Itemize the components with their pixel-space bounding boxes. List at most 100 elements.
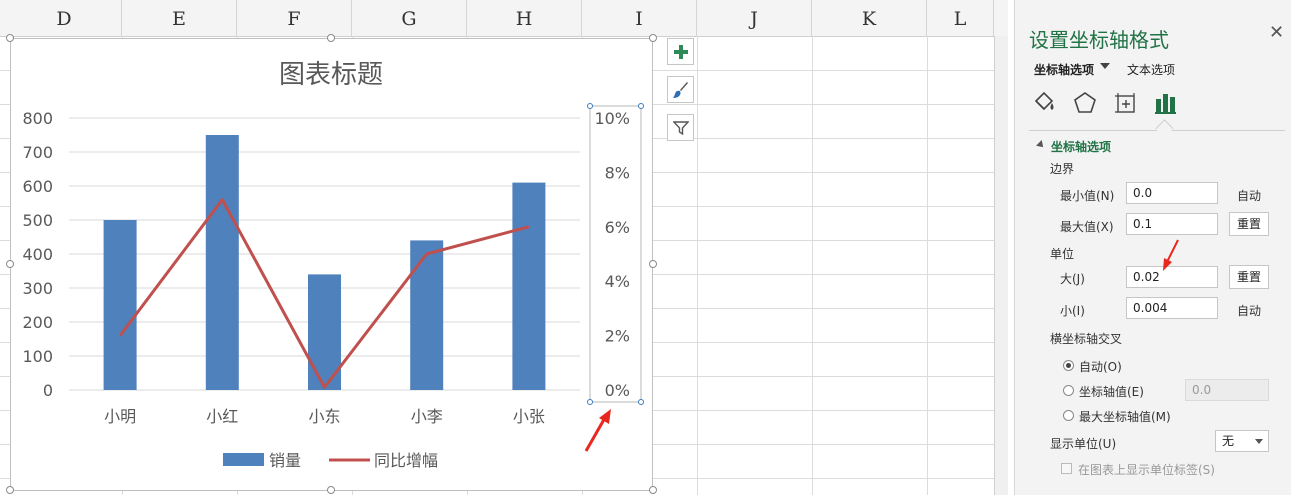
axis-selection-handle[interactable] [587,399,593,405]
chevron-down-icon[interactable] [1100,63,1110,69]
minor-unit-label: 小(I) [1060,304,1085,318]
chart-title[interactable]: 图表标题 [279,60,383,90]
red-arrow-annotation-icon [584,409,611,452]
selected-category-pointer [1155,119,1174,138]
column-header[interactable]: E [122,0,237,36]
filter-funnel-icon [672,120,689,135]
chart-resize-handle[interactable] [649,260,657,268]
major-unit-label: 大(J) [1060,272,1085,286]
chart-area[interactable]: 图表标题 0 100 200 300 400 500 600 700 800 0% 2% 4% 6% 8% 1… [10,38,653,491]
chart-resize-handle[interactable] [6,486,14,494]
y-right-tick-label[interactable]: 8% [605,163,630,182]
minor-auto-label: 自动 [1237,304,1262,318]
combo-chart[interactable]: 图表标题 0 100 200 300 400 500 600 700 800 0% 2% 4% 6% 8% 1… [11,39,652,490]
y-left-tick-label[interactable]: 0 [43,381,53,400]
chart-resize-handle[interactable] [649,34,657,42]
vertical-scrollbar[interactable] [994,36,1008,495]
show-units-label: 在图表上显示单位标签(S) [1078,463,1215,477]
axis-selection-handle[interactable] [638,103,644,109]
y-left-tick-label[interactable]: 200 [22,313,53,332]
chart-resize-handle[interactable] [327,486,335,494]
column-header[interactable]: F [237,0,352,36]
bounds-label: 边界 [1050,162,1075,176]
bar-sales[interactable] [205,135,239,390]
format-axis-pane: 设置坐标轴格式 ✕ 坐标轴选项 文本选项 坐标轴选项 边界 最小值(N) 0.0… [1014,0,1291,495]
axis-selection-handle[interactable] [587,103,593,109]
units-label: 单位 [1050,247,1075,261]
axis-value-input[interactable]: 0.0 [1185,379,1269,401]
bar-sales[interactable] [410,240,444,390]
y-right-tick-label[interactable]: 10% [594,109,630,128]
y-right-tick-label[interactable]: 6% [605,218,630,237]
bar-sales[interactable] [103,220,137,390]
legend-label[interactable]: 同比增幅 [374,451,438,470]
axis-crosses-label: 横坐标轴交叉 [1050,332,1123,346]
y-left-tick-label[interactable]: 400 [22,245,53,264]
column-header[interactable]: L [927,0,994,36]
y-left-tick-label[interactable]: 500 [22,211,53,230]
size-properties-icon[interactable] [1113,90,1139,116]
radio-max-axis-value[interactable] [1063,410,1074,421]
y-right-tick-label[interactable]: 0% [605,381,630,400]
y-left-tick-label[interactable]: 100 [22,347,53,366]
radio-auto-label[interactable]: 自动(O) [1079,358,1122,375]
column-header[interactable]: K [812,0,927,36]
chart-resize-handle[interactable] [649,486,657,494]
major-reset-button[interactable]: 重置 [1229,265,1269,289]
radio-max-axis-value-label[interactable]: 最大坐标轴值(M) [1079,408,1171,425]
chart-resize-handle[interactable] [6,34,14,42]
fill-line-icon[interactable] [1031,90,1057,116]
column-header[interactable]: I [582,0,697,36]
tab-text-options[interactable]: 文本选项 [1127,61,1175,78]
axis-selection-handle[interactable] [638,399,644,405]
chart-filters-button[interactable] [667,114,694,141]
x-category-label[interactable]: 小红 [206,407,238,426]
x-category-label[interactable]: 小李 [411,407,443,426]
chart-elements-button[interactable] [667,38,694,65]
radio-auto[interactable] [1063,360,1074,371]
axis-options-bar-icon[interactable] [1153,90,1179,116]
minor-unit-input[interactable]: 0.004 [1126,297,1218,319]
y-left-tick-label[interactable]: 600 [22,177,53,196]
display-units-select[interactable]: 无 [1215,430,1269,452]
section-axis-options[interactable]: 坐标轴选项 [1051,138,1111,155]
y-left-tick-label[interactable]: 300 [22,279,53,298]
close-icon[interactable]: ✕ [1269,22,1284,43]
tab-axis-options[interactable]: 坐标轴选项 [1034,61,1094,78]
paintbrush-icon [672,81,688,98]
radio-axis-value[interactable] [1063,385,1074,396]
column-header[interactable]: H [467,0,582,36]
y-right-tick-label[interactable]: 4% [605,272,630,291]
effects-pentagon-icon[interactable] [1072,90,1098,116]
column-header[interactable]: J [697,0,812,36]
y-right-tick-label[interactable]: 2% [605,327,630,346]
radio-axis-value-label[interactable]: 坐标轴值(E) [1079,383,1144,400]
column-header[interactable]: G [352,0,467,36]
show-units-checkbox[interactable] [1061,463,1072,474]
min-label: 最小值(N) [1060,189,1115,203]
legend-label[interactable]: 销量 [269,451,301,470]
column-header[interactable]: D [7,0,122,36]
y-left-tick-label[interactable]: 800 [22,109,53,128]
max-value-input[interactable]: 0.1 [1126,213,1218,235]
secondary-axis-selection[interactable] [589,105,642,403]
plus-icon [673,44,688,59]
pane-title: 设置坐标轴格式 [1029,28,1169,52]
max-reset-button[interactable]: 重置 [1229,212,1269,236]
display-units-label: 显示单位(U) [1050,437,1117,451]
x-category-label[interactable]: 小张 [513,407,545,426]
red-arrow-annotation-icon [1163,239,1179,271]
display-units-value: 无 [1222,434,1235,448]
column-header-row: DEFGHIJKL [0,0,1008,37]
chart-styles-button[interactable] [667,76,694,103]
y-left-tick-label[interactable]: 700 [22,143,53,162]
worksheet[interactable]: DEFGHIJKL 图表标题 0 100 200 300 400 500 600 700 800 0… [0,0,1008,495]
chart-resize-handle[interactable] [6,260,14,268]
legend-swatch-bar[interactable] [223,453,264,466]
x-category-label[interactable]: 小明 [104,407,136,426]
min-value-input[interactable]: 0.0 [1126,182,1218,204]
x-category-label[interactable]: 小东 [308,407,340,426]
collapse-triangle-icon[interactable] [1036,140,1046,150]
chart-resize-handle[interactable] [327,34,335,42]
bar-sales[interactable] [512,182,546,390]
